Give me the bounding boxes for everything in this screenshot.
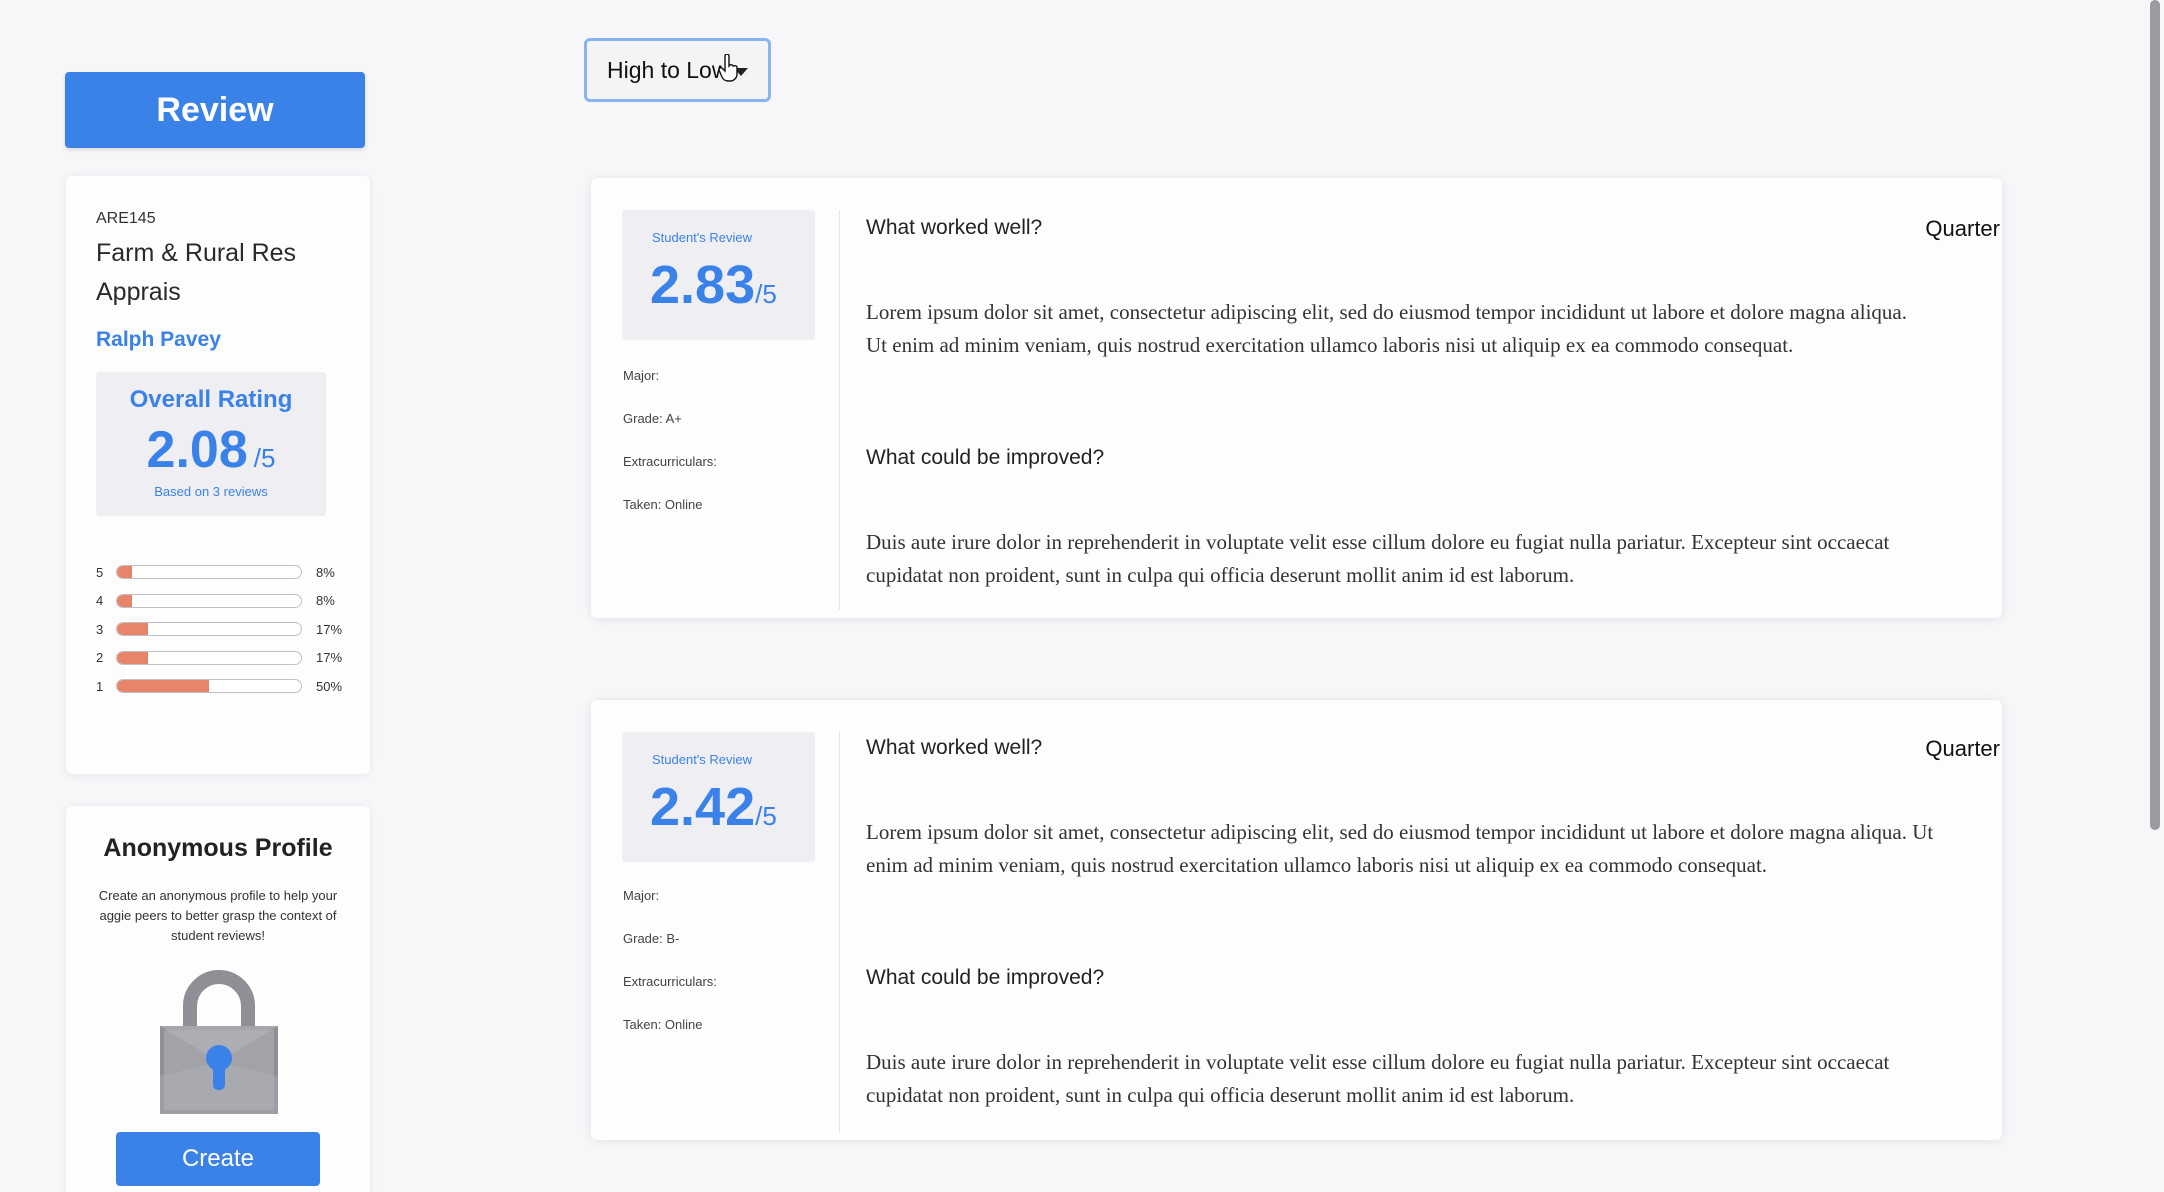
student-score-max: /5 bbox=[755, 279, 777, 309]
quarter-label: Quarter bbox=[1925, 216, 2000, 241]
distribution-row: 1 50% bbox=[96, 672, 346, 701]
distribution-fill bbox=[117, 651, 149, 664]
meta-major: Major: bbox=[623, 368, 660, 383]
distribution-star: 5 bbox=[96, 564, 104, 580]
hand-pointer-icon bbox=[718, 54, 738, 82]
distribution-row: 5 8% bbox=[96, 558, 346, 587]
course-name: Farm & Rural Res Apprais bbox=[96, 239, 297, 306]
distribution-star: 2 bbox=[96, 650, 104, 666]
lock-icon bbox=[160, 970, 278, 1114]
student-score-panel: Student's Review 2.83/5 bbox=[622, 210, 815, 340]
course-code: ARE145 bbox=[96, 210, 156, 227]
sort-selected-value: High to Low bbox=[607, 56, 729, 83]
distribution-bar bbox=[116, 679, 302, 694]
distribution-bar bbox=[116, 565, 302, 580]
overall-rating-title: Overall Rating bbox=[129, 386, 293, 413]
student-score-max: /5 bbox=[755, 801, 777, 831]
meta-grade: Grade: A+ bbox=[623, 411, 682, 426]
distribution-fill bbox=[117, 594, 132, 607]
answer-improve: Duis aute irure dolor in reprehenderit i… bbox=[866, 530, 1890, 587]
distribution-fill bbox=[117, 566, 132, 579]
question-improve: What could be improved? bbox=[866, 446, 1105, 469]
quarter-label: Quarter bbox=[1925, 736, 2000, 761]
distribution-star: 1 bbox=[96, 678, 104, 694]
professor-link[interactable]: Ralph Pavey bbox=[96, 328, 221, 352]
overall-score-value: 2.08 bbox=[146, 421, 248, 479]
answer-improve: Duis aute irure dolor in reprehenderit i… bbox=[866, 1050, 1890, 1107]
student-score: 2.42/5 bbox=[650, 776, 777, 838]
meta-taken: Taken: Online bbox=[623, 1017, 703, 1032]
meta-major: Major: bbox=[623, 888, 660, 903]
distribution-percent: 17% bbox=[316, 650, 343, 666]
course-card: ARE145 Farm & Rural Res Apprais Ralph Pa… bbox=[66, 176, 370, 774]
review-button[interactable]: Review bbox=[65, 72, 365, 148]
divider bbox=[839, 732, 840, 1132]
sort-dropdown[interactable]: High to Low bbox=[584, 38, 771, 102]
student-score-panel: Student's Review 2.42/5 bbox=[622, 732, 815, 862]
distribution-percent: 50% bbox=[316, 678, 343, 694]
scrollbar[interactable] bbox=[2150, 0, 2160, 830]
rating-distribution: 5 8% 4 8% 3 17% 2 17% 1 50% bbox=[96, 558, 346, 701]
create-profile-button[interactable]: Create bbox=[116, 1132, 320, 1186]
review-card: Student's Review 2.42/5 Major: Grade: B-… bbox=[591, 700, 2002, 1140]
student-score-value: 2.42 bbox=[650, 777, 756, 837]
distribution-percent: 8% bbox=[316, 564, 335, 580]
overall-rating-panel: Overall Rating 2.08/5 Based on 3 reviews bbox=[96, 372, 326, 516]
score-label: Student's Review bbox=[652, 230, 753, 245]
overall-rating-score: 2.08/5 bbox=[96, 420, 326, 480]
distribution-star: 3 bbox=[96, 621, 104, 637]
student-score-value: 2.83 bbox=[650, 255, 756, 315]
profile-title: Anonymous Profile bbox=[103, 834, 333, 862]
distribution-row: 4 8% bbox=[96, 587, 346, 616]
distribution-fill bbox=[117, 623, 149, 636]
profile-description: Create an anonymous profile to help your… bbox=[98, 888, 338, 943]
review-card: Student's Review 2.83/5 Major: Grade: A+… bbox=[591, 178, 2002, 618]
question-worked-well: What worked well? bbox=[866, 216, 1043, 239]
distribution-star: 4 bbox=[96, 593, 104, 609]
distribution-row: 3 17% bbox=[96, 615, 346, 644]
student-score: 2.83/5 bbox=[650, 254, 777, 316]
question-improve: What could be improved? bbox=[866, 966, 1105, 989]
distribution-fill bbox=[117, 680, 209, 693]
distribution-bar bbox=[116, 650, 302, 665]
distribution-percent: 17% bbox=[316, 621, 343, 637]
meta-extracurriculars: Extracurriculars: bbox=[623, 974, 717, 989]
meta-grade: Grade: B- bbox=[623, 931, 680, 946]
answer-worked-well: Lorem ipsum dolor sit amet, consectetur … bbox=[866, 300, 1907, 357]
review-count: Based on 3 reviews bbox=[154, 484, 268, 499]
divider bbox=[839, 210, 840, 610]
meta-extracurriculars: Extracurriculars: bbox=[623, 454, 717, 469]
score-label: Student's Review bbox=[652, 752, 753, 767]
distribution-bar bbox=[116, 622, 302, 637]
overall-score-max: /5 bbox=[253, 443, 276, 473]
anonymous-profile-card: Anonymous Profile Create an anonymous pr… bbox=[66, 806, 370, 1192]
distribution-row: 2 17% bbox=[96, 644, 346, 673]
question-worked-well: What worked well? bbox=[866, 736, 1043, 759]
answer-worked-well: Lorem ipsum dolor sit amet, consectetur … bbox=[866, 820, 1934, 877]
distribution-bar bbox=[116, 593, 302, 608]
distribution-percent: 8% bbox=[316, 593, 335, 609]
meta-taken: Taken: Online bbox=[623, 497, 703, 512]
